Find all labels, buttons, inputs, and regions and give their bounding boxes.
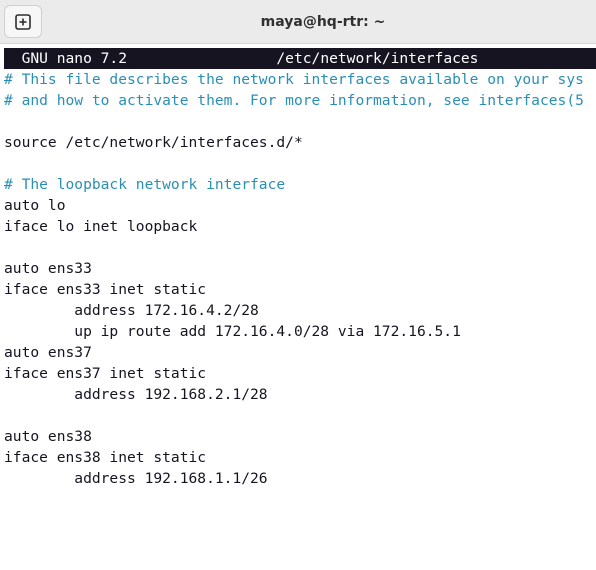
text-line: address 192.168.2.1/28 bbox=[4, 386, 268, 403]
text-line: iface ens33 inet static bbox=[4, 281, 207, 298]
nano-header-gap bbox=[127, 50, 276, 67]
comment-line: # and how to activate them. For more inf… bbox=[4, 92, 584, 109]
terminal-area[interactable]: GNU nano 7.2 /etc/network/interfaces # T… bbox=[4, 48, 596, 570]
text-line bbox=[4, 405, 596, 426]
text-line bbox=[4, 153, 596, 174]
nano-filename: /etc/network/interfaces bbox=[276, 50, 479, 67]
text-line bbox=[4, 237, 596, 258]
comment-line: # The loopback network interface bbox=[4, 176, 286, 193]
text-line: auto lo bbox=[4, 197, 66, 214]
text-line: iface ens37 inet static bbox=[4, 365, 207, 382]
text-line: auto ens37 bbox=[4, 344, 92, 361]
editor-body[interactable]: # This file describes the network interf… bbox=[4, 69, 596, 489]
text-line: iface ens38 inet static bbox=[4, 449, 207, 466]
text-line: auto ens33 bbox=[4, 260, 92, 277]
window-title: maya@hq-rtr: ~ bbox=[260, 14, 386, 30]
text-line: source /etc/network/interfaces.d/* bbox=[4, 134, 303, 151]
titlebar: maya@hq-rtr: ~ bbox=[0, 0, 596, 44]
text-line: auto ens38 bbox=[4, 428, 92, 445]
nano-header-bar: GNU nano 7.2 /etc/network/interfaces bbox=[4, 48, 596, 69]
text-line: address 172.16.4.2/28 bbox=[4, 302, 259, 319]
text-line: iface lo inet loopback bbox=[4, 218, 198, 235]
terminal-window: maya@hq-rtr: ~ GNU nano 7.2 /etc/network… bbox=[0, 0, 596, 570]
text-line bbox=[4, 111, 596, 132]
text-line: up ip route add 172.16.4.0/28 via 172.16… bbox=[4, 323, 461, 340]
comment-line: # This file describes the network interf… bbox=[4, 71, 584, 88]
text-line: address 192.168.1.1/26 bbox=[4, 470, 268, 487]
nano-version: GNU nano 7.2 bbox=[4, 50, 128, 67]
